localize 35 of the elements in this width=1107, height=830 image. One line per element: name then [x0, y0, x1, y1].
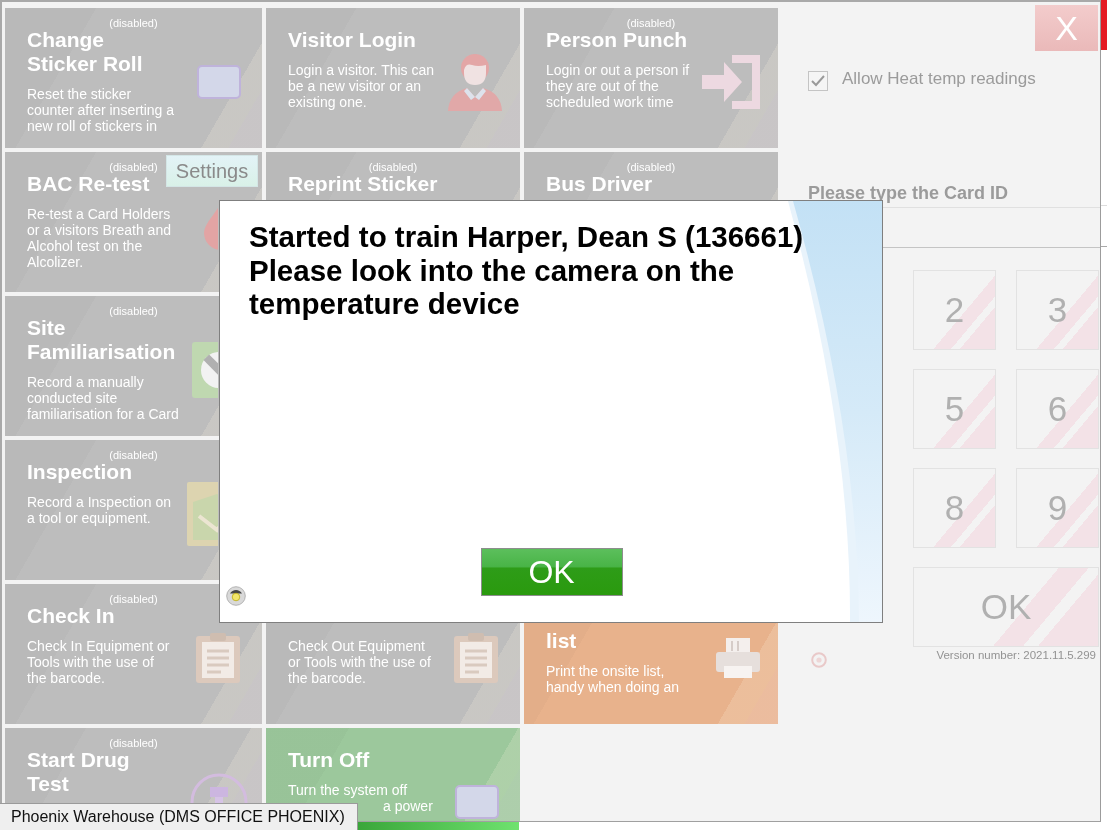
version-text: Version number: 2021.11.5.299	[936, 648, 1096, 663]
tile-description: Login a visitor. This can be a new visitor or an existing one.	[288, 62, 436, 110]
card-id-label: Please type the Card ID	[808, 183, 1010, 203]
checkbox-label: Allow Heat temp readings	[842, 67, 1036, 90]
tile-title: Change Sticker Roll	[27, 28, 143, 76]
disabled-label: (disabled)	[109, 17, 158, 29]
disabled-label: (disabled)	[109, 737, 158, 749]
disabled-label: (disabled)	[368, 161, 418, 173]
tile-description: Turn the system off	[288, 782, 409, 798]
tile-title: Person Punch	[546, 28, 689, 52]
disabled-label: (disabled)	[626, 161, 676, 173]
tile-description: Record a manually conducted site familiarisation for a Card	[27, 374, 180, 422]
tile-description: Check In Equipment or Tools with the use of the barcode.	[27, 638, 171, 686]
tile-description: Record a Inspection on a tool or equipment.	[27, 494, 172, 526]
tile-title: Start Drug Test	[27, 748, 130, 796]
tile-title: Site Familiarisation	[27, 316, 177, 364]
tile-description: Login or out a person if they are out of the scheduled work time	[546, 62, 691, 110]
tile-title: Check In	[27, 604, 115, 628]
tile-title: Reprint Sticker	[288, 172, 439, 196]
tile-title: list	[546, 629, 578, 653]
tile-description: Re-test a Card Holders or a visitors Breath and Alcohol test on the Alcolizer.	[27, 206, 172, 270]
disabled-label: (disabled)	[109, 593, 158, 605]
tile-title: Visitor Login	[288, 28, 417, 52]
disabled-label: (disabled)	[109, 305, 158, 317]
tile-title: Inspection	[27, 460, 132, 484]
tile-description: Print the onsite list, handy when doing an	[546, 663, 681, 695]
tile-title: Turn Off	[288, 748, 371, 772]
tile-description: a power	[383, 798, 434, 814]
disabled-label: (disabled)	[626, 17, 676, 29]
tile-description: Check Out Equipment or Tools with the use of the barcode.	[288, 638, 432, 686]
disabled-label: (disabled)	[109, 161, 158, 173]
status-bar: Phoenix Warehouse (DMS OFFICE PHOENIX)	[0, 803, 358, 830]
disabled-label: (disabled)	[109, 449, 158, 461]
tile-description: Reset the sticker counter after inserting a new roll of stickers in	[27, 86, 176, 134]
tile-title: Bus Driver	[546, 172, 653, 196]
